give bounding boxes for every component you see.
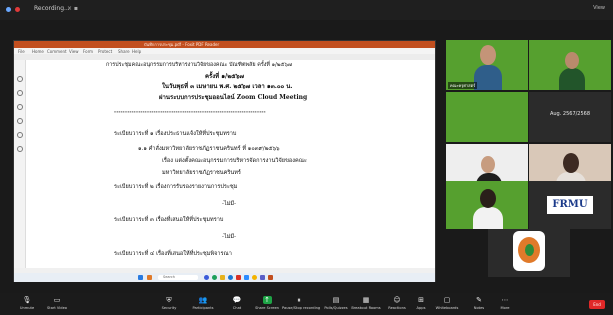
- doc-heading: ครั้งที่ ๑/๒๕๖๗: [205, 73, 245, 80]
- meeting-controls: 🎙 Unmute ▭ Start Video ⛨ Security 👥 Part…: [0, 293, 613, 315]
- tool-icon[interactable]: [17, 132, 23, 138]
- security-button[interactable]: ⛨ Security: [152, 296, 186, 314]
- tool-icon[interactable]: [17, 146, 23, 152]
- doc-heading: ในวันพุธที่ ๓ เมษายน พ.ศ. ๒๕๖๗ เวลา ๑๓.๐…: [162, 83, 293, 90]
- agenda-item: ระเบียบวาระที่ ๒ เรื่องการรับรองรายงานกา…: [114, 184, 238, 190]
- polls-button[interactable]: ▤ Polls/Quizzes: [319, 296, 353, 314]
- start-video-button[interactable]: ▭ Start Video: [40, 296, 74, 314]
- shared-app-title: บันทึกการประชุม.pdf - Foxit PDF Reader: [144, 42, 220, 47]
- tool-icon[interactable]: [17, 104, 23, 110]
- participant-tile[interactable]: [529, 40, 611, 90]
- zoom-window: Recording... × ▪ View บันทึกการประชุม.pd…: [0, 0, 613, 315]
- participant-name: คณะครุศาสตร์: [448, 82, 478, 89]
- participant-video: [525, 244, 534, 256]
- doc-separator: ****************************************…: [114, 110, 266, 115]
- unmute-button[interactable]: 🎙 Unmute: [10, 296, 44, 314]
- breakout-rooms-button[interactable]: ▦ Breakout Rooms: [349, 296, 383, 314]
- breakout-icon: ▦: [362, 296, 370, 304]
- polls-icon: ▤: [332, 296, 340, 304]
- tool-icon[interactable]: [17, 118, 23, 124]
- shared-taskbar: Search: [14, 273, 435, 282]
- tool-icon[interactable]: [17, 76, 23, 82]
- more-icon: ⋯: [501, 296, 509, 304]
- participants-button[interactable]: 👥 Participants: [186, 296, 220, 314]
- app-icon[interactable]: [228, 275, 233, 280]
- doc-heading: ผ่านระบบการประชุมออนไลน์ Zoom Cloud Meet…: [159, 94, 308, 101]
- chat-button[interactable]: 💬 Chat: [220, 296, 254, 314]
- app-icon[interactable]: [204, 275, 209, 280]
- widget-icon[interactable]: [147, 275, 152, 280]
- agenda-note: -ไม่มี-: [222, 201, 236, 207]
- shield-icon: ⛨: [166, 296, 172, 304]
- agenda-subitem: มหาวิทยาลัยราชภัฏราชนครินทร์: [162, 170, 241, 176]
- agenda-subitem: ๑.๑ คำสั่งมหาวิทยาลัยราชภัฏราชนครินทร์ ท…: [138, 146, 280, 152]
- app-icon: [6, 7, 11, 12]
- agenda-item: ระเบียบวาระที่ ๔ เรื่องที่เสนอให้ที่ประช…: [114, 251, 232, 257]
- participant-logo: FRMU: [547, 196, 593, 214]
- participant-video: [474, 65, 502, 90]
- app-icon[interactable]: [212, 275, 217, 280]
- tool-icon[interactable]: [17, 90, 23, 96]
- share-screen-button[interactable]: ↑ Share Screen: [250, 296, 284, 314]
- reactions-icon: ☺: [393, 296, 401, 304]
- agenda-subitem: เรื่อง แต่งตั้งคณะอนุกรรมการบริหารจัดการ…: [162, 158, 307, 164]
- agenda-item: ระเบียบวาระที่ ๓ เรื่องที่เสนอให้ที่ประช…: [114, 217, 224, 223]
- app-icon[interactable]: [220, 275, 225, 280]
- app-icon[interactable]: [244, 275, 249, 280]
- participant-tile[interactable]: Aug. 2567/2568: [529, 92, 611, 142]
- close-icon[interactable]: × ▪: [67, 5, 78, 12]
- record-indicator-icon: [15, 7, 20, 12]
- participant-video: [559, 68, 585, 90]
- participant-video: [563, 153, 579, 173]
- shared-app-sidebar: [14, 60, 26, 268]
- video-icon: ▭: [53, 296, 61, 304]
- app-icon[interactable]: [252, 275, 257, 280]
- shared-screen: บันทึกการประชุม.pdf - Foxit PDF Reader F…: [13, 40, 436, 282]
- participant-video: [480, 189, 496, 208]
- record-icon: ⏸: [297, 296, 301, 304]
- app-icon[interactable]: [260, 275, 265, 280]
- view-menu[interactable]: View: [593, 5, 605, 11]
- pause-stop-recording-button[interactable]: ⏸ Pause/Stop recording: [282, 296, 320, 314]
- shared-app-title-bar: บันทึกการประชุม.pdf - Foxit PDF Reader: [14, 41, 435, 48]
- participant-tile[interactable]: คณะครุศาสตร์: [446, 40, 528, 90]
- window-controls: [6, 5, 28, 14]
- agenda-note: -ไม่มี-: [222, 234, 236, 240]
- whiteboards-button[interactable]: ▢ Whiteboards: [430, 296, 464, 314]
- participant-tile[interactable]: [488, 229, 570, 277]
- app-icon[interactable]: [268, 275, 273, 280]
- apps-icon: ⊞: [418, 296, 424, 304]
- title-bar: Recording... × ▪ View: [0, 0, 613, 20]
- document-page: การประชุมคณะอนุกรรมการบริหารงานวิจัยของค…: [102, 60, 349, 268]
- participant-tile[interactable]: FRMU: [529, 181, 611, 229]
- more-button[interactable]: ⋯ More: [488, 296, 522, 314]
- app-icon[interactable]: [236, 275, 241, 280]
- taskbar-search[interactable]: Search: [158, 275, 198, 280]
- participant-tile[interactable]: [446, 92, 528, 142]
- participant-video: [480, 45, 496, 65]
- start-icon[interactable]: [138, 275, 143, 280]
- participant-status: Aug. 2567/2568: [549, 111, 591, 117]
- whiteboard-icon: ▢: [443, 296, 451, 304]
- participant-video: [481, 156, 495, 173]
- agenda-item: ระเบียบวาระที่ ๑ เรื่องประธานแจ้งให้ที่ป…: [114, 131, 237, 137]
- participant-video: [473, 207, 503, 229]
- participant-video: [565, 52, 579, 69]
- microphone-icon: 🎙: [22, 296, 32, 304]
- chat-icon: 💬: [232, 296, 242, 304]
- share-screen-icon: ↑: [262, 296, 272, 304]
- recording-status: Recording...: [34, 5, 70, 12]
- participants-icon: 👥: [198, 296, 208, 304]
- notes-icon: ✎: [476, 296, 482, 304]
- end-meeting-button[interactable]: End: [589, 300, 605, 309]
- doc-heading: การประชุมคณะอนุกรรมการบริหารงานวิจัยของค…: [106, 62, 292, 68]
- participant-tile[interactable]: [446, 181, 528, 229]
